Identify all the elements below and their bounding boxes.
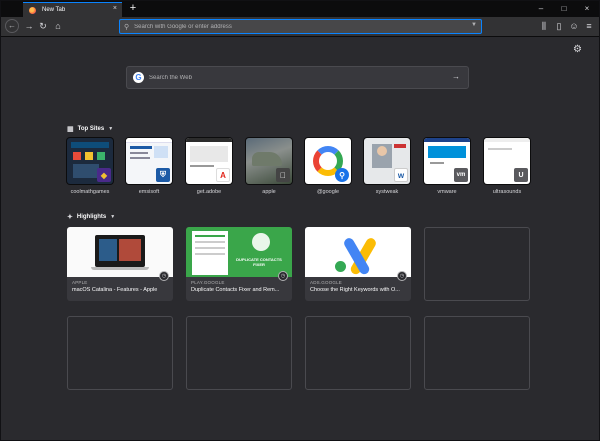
- site-thumbnail: A: [186, 138, 232, 184]
- highlights-label: Highlights: [76, 214, 107, 220]
- google-logo-icon: G: [133, 72, 144, 83]
- card-thumbnail: [305, 227, 411, 277]
- card-thumbnail: DUPLICATE CONTACTS FIXER: [186, 227, 292, 277]
- site-label: systweak: [375, 189, 399, 195]
- top-site-get-adobe[interactable]: A get.adobe: [186, 138, 232, 195]
- top-site-ultrasounds[interactable]: U ultrasounds: [484, 138, 530, 195]
- nav-bar: ← → ↻ ⌂ ⚲ ▼ ⫼ ▯ ☺ ≡: [1, 17, 599, 37]
- minimize-button[interactable]: –: [533, 3, 549, 14]
- search-go-icon[interactable]: →: [452, 72, 460, 81]
- sparkle-icon: ✦: [67, 214, 73, 221]
- card-thumbnail: [67, 227, 173, 277]
- highlight-placeholder: [424, 316, 530, 390]
- site-thumbnail: ⚲: [305, 138, 351, 184]
- tab-close-icon[interactable]: ×: [113, 5, 117, 12]
- site-thumbnail: : [246, 138, 292, 184]
- highlight-card-ads-google[interactable]: ◷ ADS.GOOGLE Choose the Right Keywords w…: [305, 227, 411, 301]
- shield-icon: ⛨: [156, 168, 170, 182]
- apple-logo-icon: : [276, 168, 290, 182]
- highlight-placeholder: [67, 316, 173, 390]
- top-site-coolmathgames[interactable]: ◆ coolmathgames: [67, 138, 113, 195]
- grid-icon: ▦: [67, 126, 74, 133]
- top-site-apple[interactable]:  apple: [246, 138, 292, 195]
- new-tab-button[interactable]: +: [127, 2, 139, 15]
- back-button[interactable]: ←: [5, 19, 19, 33]
- card-title: Choose the Right Keywords with O...: [310, 287, 400, 293]
- systweak-logo-icon: w: [394, 168, 408, 182]
- top-site-google[interactable]: ⚲ @google: [305, 138, 351, 195]
- magnifier-icon: ⚲: [335, 168, 349, 182]
- url-input[interactable]: [134, 23, 455, 30]
- account-button[interactable]: ☺: [568, 20, 580, 33]
- browser-window: New Tab × + – □ × ← → ↻ ⌂ ⚲ ▼ ⫼ ▯ ☺ ≡ ⚙ …: [0, 0, 600, 441]
- card-title: Duplicate Contacts Fixer and Rem...: [191, 287, 280, 293]
- site-thumbnail: ⛨: [126, 138, 172, 184]
- card-title: macOS Catalina - Features - Apple: [72, 287, 158, 293]
- site-label: @google: [316, 189, 340, 195]
- home-button[interactable]: ⌂: [52, 20, 64, 33]
- url-bar[interactable]: ⚲ ▼: [119, 19, 482, 34]
- tab-title: New Tab: [42, 7, 66, 13]
- site-thumbnail: w: [364, 138, 410, 184]
- sidebar-button[interactable]: ▯: [553, 20, 565, 33]
- clock-icon: ◷: [397, 271, 407, 281]
- card-source: APPLE: [72, 280, 88, 285]
- site-label: ultrasounds: [492, 189, 522, 195]
- close-window-button[interactable]: ×: [579, 3, 595, 14]
- site-thumbnail: ◆: [67, 138, 113, 184]
- card-source: ADS.GOOGLE: [310, 280, 343, 285]
- clock-icon: ◷: [278, 271, 288, 281]
- chevron-down-icon[interactable]: ▼: [471, 22, 477, 28]
- clock-icon: ◷: [159, 271, 169, 281]
- chevron-down-icon: ▼: [110, 214, 116, 220]
- site-label: coolmathgames: [70, 189, 110, 195]
- chevron-down-icon: ▼: [108, 126, 114, 132]
- top-site-emsisoft[interactable]: ⛨ emsisoft: [126, 138, 172, 195]
- tab-strip: New Tab × + – □ ×: [1, 1, 599, 17]
- site-thumbnail: U: [484, 138, 530, 184]
- top-site-vmware[interactable]: vm vmware: [424, 138, 470, 195]
- ultrasounds-logo-icon: U: [514, 168, 528, 182]
- library-button[interactable]: ⫼: [538, 20, 550, 33]
- thumb-banner: DUPLICATE CONTACTS FIXER: [236, 257, 282, 267]
- site-label: get.adobe: [196, 189, 222, 195]
- highlight-placeholder: [305, 316, 411, 390]
- highlight-card-apple[interactable]: ◷ APPLE macOS Catalina - Features - Appl…: [67, 227, 173, 301]
- coolmath-badge-icon: ◆: [97, 168, 111, 182]
- gear-icon[interactable]: ⚙: [573, 44, 582, 55]
- menu-button[interactable]: ≡: [583, 20, 595, 33]
- forward-button[interactable]: →: [23, 20, 35, 33]
- web-search-input[interactable]: [149, 74, 429, 81]
- site-label: emsisoft: [138, 189, 160, 195]
- highlight-placeholder: [424, 227, 530, 301]
- highlight-placeholder: [186, 316, 292, 390]
- site-thumbnail: vm: [424, 138, 470, 184]
- highlight-card-play-google[interactable]: DUPLICATE CONTACTS FIXER ◷ PLAY.GOOGLE D…: [186, 227, 292, 301]
- maximize-button[interactable]: □: [556, 3, 572, 14]
- adobe-logo-icon: A: [216, 168, 230, 182]
- top-site-systweak[interactable]: w systweak: [364, 138, 410, 195]
- vmware-logo-icon: vm: [454, 168, 468, 182]
- top-sites-label: Top Sites: [77, 126, 105, 132]
- site-label: vmware: [437, 189, 457, 195]
- highlights-heading[interactable]: ✦ Highlights ▼: [67, 213, 115, 221]
- reload-button[interactable]: ↻: [37, 20, 49, 33]
- search-icon: ⚲: [124, 23, 130, 31]
- web-search-box[interactable]: G →: [126, 66, 469, 89]
- site-label: apple: [262, 189, 276, 195]
- tab-new-tab[interactable]: New Tab ×: [23, 2, 122, 17]
- card-source: PLAY.GOOGLE: [191, 280, 225, 285]
- top-sites-heading[interactable]: ▦ Top Sites ▼: [67, 125, 113, 133]
- firefox-icon: [29, 6, 36, 14]
